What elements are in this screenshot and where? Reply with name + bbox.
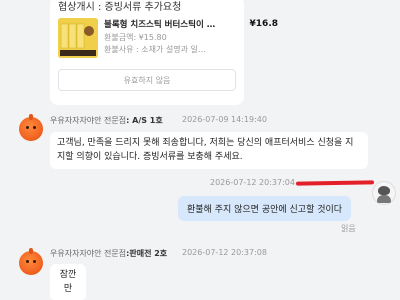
- invalid-button[interactable]: 유효하지 않음: [58, 69, 236, 91]
- redaction-mark: [295, 180, 375, 186]
- agent-avatar[interactable]: [19, 114, 43, 141]
- refund-card: 협상개시 : 증빙서류 추가요청 블록형 치즈스틱 버터스틱이 … ¥16.8 …: [50, 0, 278, 105]
- user-message-bubble[interactable]: 환불해 주지 않으면 공안에 신고할 것이다: [178, 196, 352, 221]
- agent-store-name: 우유자자자야안 전문점: [50, 249, 127, 258]
- refund-reason: 환불사유 : 소재가 설명과 일…: [104, 45, 206, 54]
- agent-store-name: 우유자자자야안 전문점: [50, 116, 127, 125]
- agent-message-bubble[interactable]: 잠깐만: [50, 264, 86, 300]
- message-timestamp: 2026-07-09 14:19:40: [182, 115, 267, 124]
- user-avatar[interactable]: [372, 181, 396, 205]
- product-price: ¥16.8: [249, 19, 278, 29]
- agent-name: 우유자자자야안 전문점: A/S 1호: [50, 115, 163, 126]
- agent-name: 우유자자자야안 전문점:판매전 2호: [50, 248, 167, 259]
- refund-amount: 환불금액: ¥15.80: [104, 33, 167, 42]
- message-timestamp: 2026-07-12 20:37:08: [182, 248, 267, 257]
- product-name[interactable]: 블록형 치즈스틱 버터스틱이 …: [104, 18, 254, 30]
- message-timestamp: 2026-07-12 20:37:04: [210, 178, 295, 187]
- agent-id: :판매전 2호: [126, 249, 168, 258]
- card-title: 협상개시 : 증빙서류 추가요청: [58, 2, 182, 13]
- product-thumbnail[interactable]: [58, 18, 98, 58]
- agent-message-bubble[interactable]: 고객님, 만족을 드리지 못해 죄송합니다, 저희는 당신의 애프터서비스 신청…: [50, 132, 368, 169]
- read-status: 읽음: [341, 224, 356, 233]
- agent-id: : A/S 1호: [126, 116, 163, 125]
- agent-avatar[interactable]: [19, 248, 43, 275]
